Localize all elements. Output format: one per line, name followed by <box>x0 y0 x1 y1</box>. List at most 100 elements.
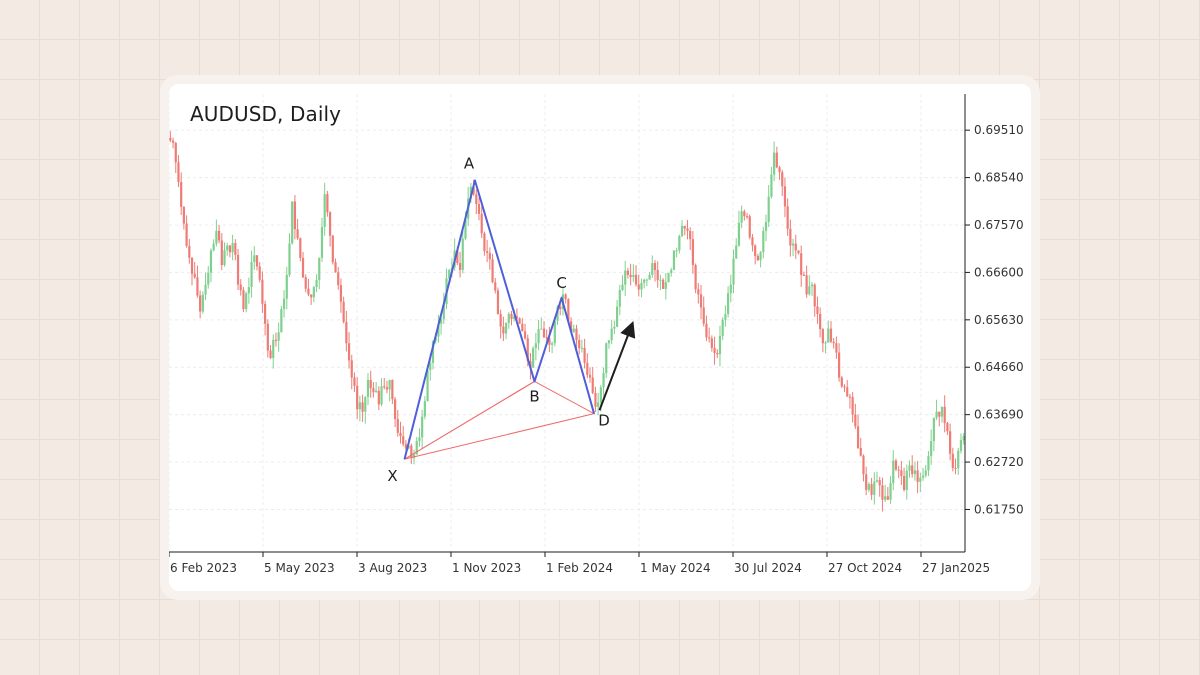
candle-body <box>318 257 321 281</box>
y-tick-label: 0.67570 <box>974 218 1024 232</box>
candle-body <box>938 411 941 417</box>
candle-body <box>789 228 792 246</box>
candle-body <box>418 437 421 442</box>
candle-body <box>773 152 776 175</box>
candle-body <box>372 388 375 393</box>
candle-body <box>171 140 175 143</box>
candle-body <box>220 240 223 266</box>
candle-body <box>713 347 716 354</box>
candle-body <box>320 226 324 258</box>
candle-body <box>894 460 898 470</box>
candle-body <box>648 274 651 280</box>
candle-body <box>310 294 313 298</box>
candle-body <box>626 270 630 275</box>
candle-body <box>843 386 846 388</box>
candle-body <box>339 285 343 302</box>
candle-body <box>572 328 575 332</box>
candle-body <box>358 402 361 410</box>
candle-body <box>353 377 356 386</box>
candle-body <box>212 243 215 251</box>
candle-body <box>364 396 367 412</box>
candle-body <box>209 250 213 273</box>
candle-body <box>678 236 681 251</box>
candle-body <box>328 212 332 236</box>
candle-body <box>190 257 194 274</box>
candle-body <box>867 484 870 490</box>
candle-body <box>285 274 288 299</box>
candle-body <box>900 470 903 477</box>
candle-body <box>264 303 267 324</box>
candle-body <box>862 455 865 475</box>
candle-body <box>767 196 770 222</box>
candle-body <box>870 484 873 495</box>
candle-body <box>827 328 830 343</box>
candle-body <box>228 245 232 253</box>
candle-body <box>502 326 505 334</box>
y-tick-label: 0.68540 <box>974 171 1024 185</box>
candle-body <box>932 417 935 442</box>
candle-body <box>672 250 676 270</box>
candle-body <box>740 211 743 223</box>
pattern-line-xb <box>404 380 535 460</box>
candle-body <box>829 328 833 342</box>
x-tick-label: 1 Nov 2023 <box>452 561 521 575</box>
candle-body <box>735 245 738 259</box>
candle-body <box>169 137 172 141</box>
candle-body <box>488 252 491 260</box>
candle-body <box>716 353 719 355</box>
candle-body <box>778 167 781 173</box>
candle-body <box>504 322 508 334</box>
candle-body <box>201 294 204 312</box>
candle-body <box>805 275 808 295</box>
candle-body <box>954 467 957 469</box>
candle-body <box>583 347 586 363</box>
candle-body <box>691 239 694 266</box>
candle-body <box>345 321 348 344</box>
candle-body <box>889 483 892 500</box>
price-chart: X A B C D 0.61750 0.62720 0.63690 0.64660 0.65630… <box>169 94 1024 575</box>
candle-body <box>402 436 405 445</box>
candle-body <box>288 243 291 275</box>
candle-body <box>597 402 600 407</box>
candle-body <box>586 362 589 376</box>
candle-body <box>819 313 822 330</box>
candle-body <box>659 279 662 281</box>
candle-body <box>312 287 315 298</box>
candle-body <box>634 274 638 285</box>
pattern-point-label-b: B <box>529 387 539 405</box>
candle-body <box>643 279 646 283</box>
x-tick-label: 5 May 2023 <box>264 561 335 575</box>
candle-body <box>291 201 294 244</box>
candle-body <box>182 206 185 224</box>
candle-body <box>743 211 746 217</box>
candle-body <box>486 251 489 253</box>
candle-body <box>732 258 735 285</box>
candle-body <box>396 419 399 433</box>
candle-body <box>640 282 643 290</box>
candle-body <box>342 301 345 322</box>
candle-body <box>236 254 240 285</box>
candle-body <box>245 293 248 310</box>
candle-body <box>759 252 762 261</box>
candle-body <box>331 235 334 263</box>
candle-body <box>393 399 397 420</box>
candle-body <box>840 377 843 387</box>
candle-body <box>518 318 521 324</box>
candle-body <box>940 406 944 417</box>
candle-body <box>421 416 424 438</box>
candles-group <box>169 131 965 512</box>
candle-body <box>410 445 413 459</box>
pattern-line-xd <box>404 413 595 460</box>
x-tick-label: 6 Feb 2023 <box>170 561 237 575</box>
candle-body <box>534 343 537 349</box>
candle-body <box>913 470 917 475</box>
candle-body <box>930 441 933 456</box>
candle-body <box>521 323 524 332</box>
candle-body <box>293 201 296 230</box>
candle-body <box>951 453 954 468</box>
y-tick-label: 0.62720 <box>974 455 1024 469</box>
candle-body <box>274 339 278 341</box>
candle-body <box>708 337 711 339</box>
candle-body <box>810 284 814 287</box>
y-tick-label: 0.65630 <box>974 313 1024 327</box>
